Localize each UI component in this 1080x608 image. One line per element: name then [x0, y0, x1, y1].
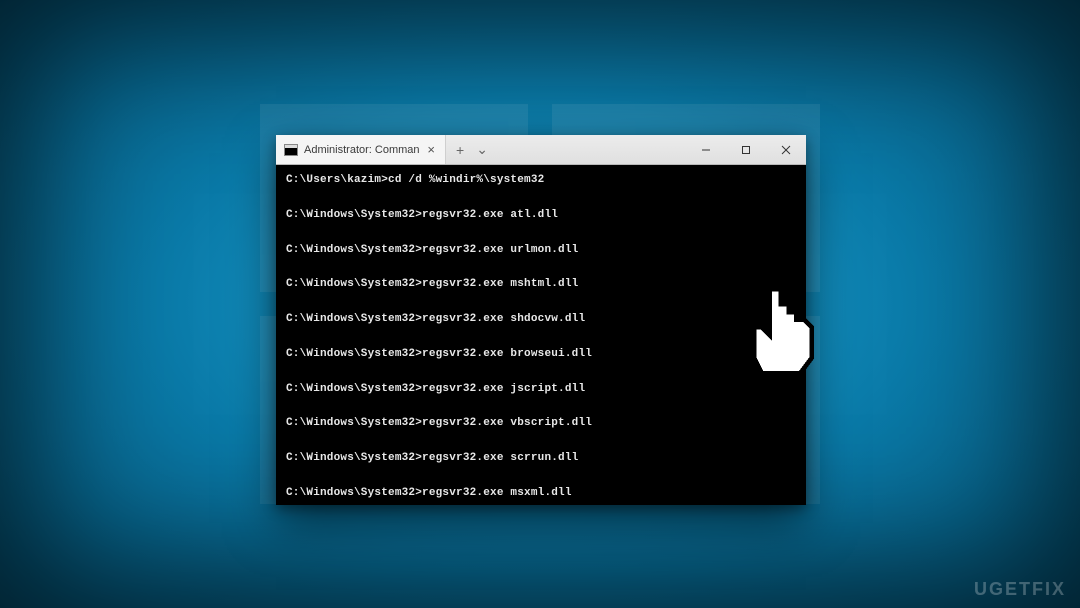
terminal-body[interactable]: C:\Users\kazim>cd /d %windir%\system32 C:… — [276, 165, 806, 505]
terminal-line: C:\Windows\System32>regsvr32.exe vbscrip… — [286, 418, 796, 429]
titlebar: Administrator: Command Prom × + ⌄ — [276, 135, 806, 165]
close-button[interactable] — [766, 135, 806, 164]
terminal-line: C:\Windows\System32>regsvr32.exe jscript… — [286, 384, 796, 395]
terminal-line: C:\Windows\System32>regsvr32.exe shdocvw… — [286, 314, 796, 325]
tab-title: Administrator: Command Prom — [304, 144, 419, 156]
terminal-line: C:\Windows\System32>regsvr32.exe browseu… — [286, 349, 796, 360]
terminal-line: C:\Windows\System32>regsvr32.exe msxml.d… — [286, 488, 796, 499]
active-tab[interactable]: Administrator: Command Prom × — [276, 135, 446, 164]
terminal-line: C:\Windows\System32>regsvr32.exe atl.dll — [286, 210, 796, 221]
terminal-line: C:\Windows\System32>regsvr32.exe urlmon.… — [286, 245, 796, 256]
tab-close-button[interactable]: × — [425, 142, 437, 157]
watermark: UGETFIX — [974, 579, 1066, 600]
tab-dropdown-button[interactable]: ⌄ — [476, 141, 488, 158]
minimize-button[interactable] — [686, 135, 726, 164]
maximize-button[interactable] — [726, 135, 766, 164]
new-tab-button[interactable]: + — [456, 142, 464, 158]
terminal-line: C:\Windows\System32>regsvr32.exe mshtml.… — [286, 279, 796, 290]
window-controls — [686, 135, 806, 164]
terminal-window: Administrator: Command Prom × + ⌄ C:\Use… — [276, 135, 806, 505]
terminal-line: C:\Users\kazim>cd /d %windir%\system32 — [286, 175, 796, 186]
terminal-line: C:\Windows\System32>regsvr32.exe scrrun.… — [286, 453, 796, 464]
tab-controls: + ⌄ — [446, 135, 498, 164]
cmd-icon — [284, 144, 298, 156]
